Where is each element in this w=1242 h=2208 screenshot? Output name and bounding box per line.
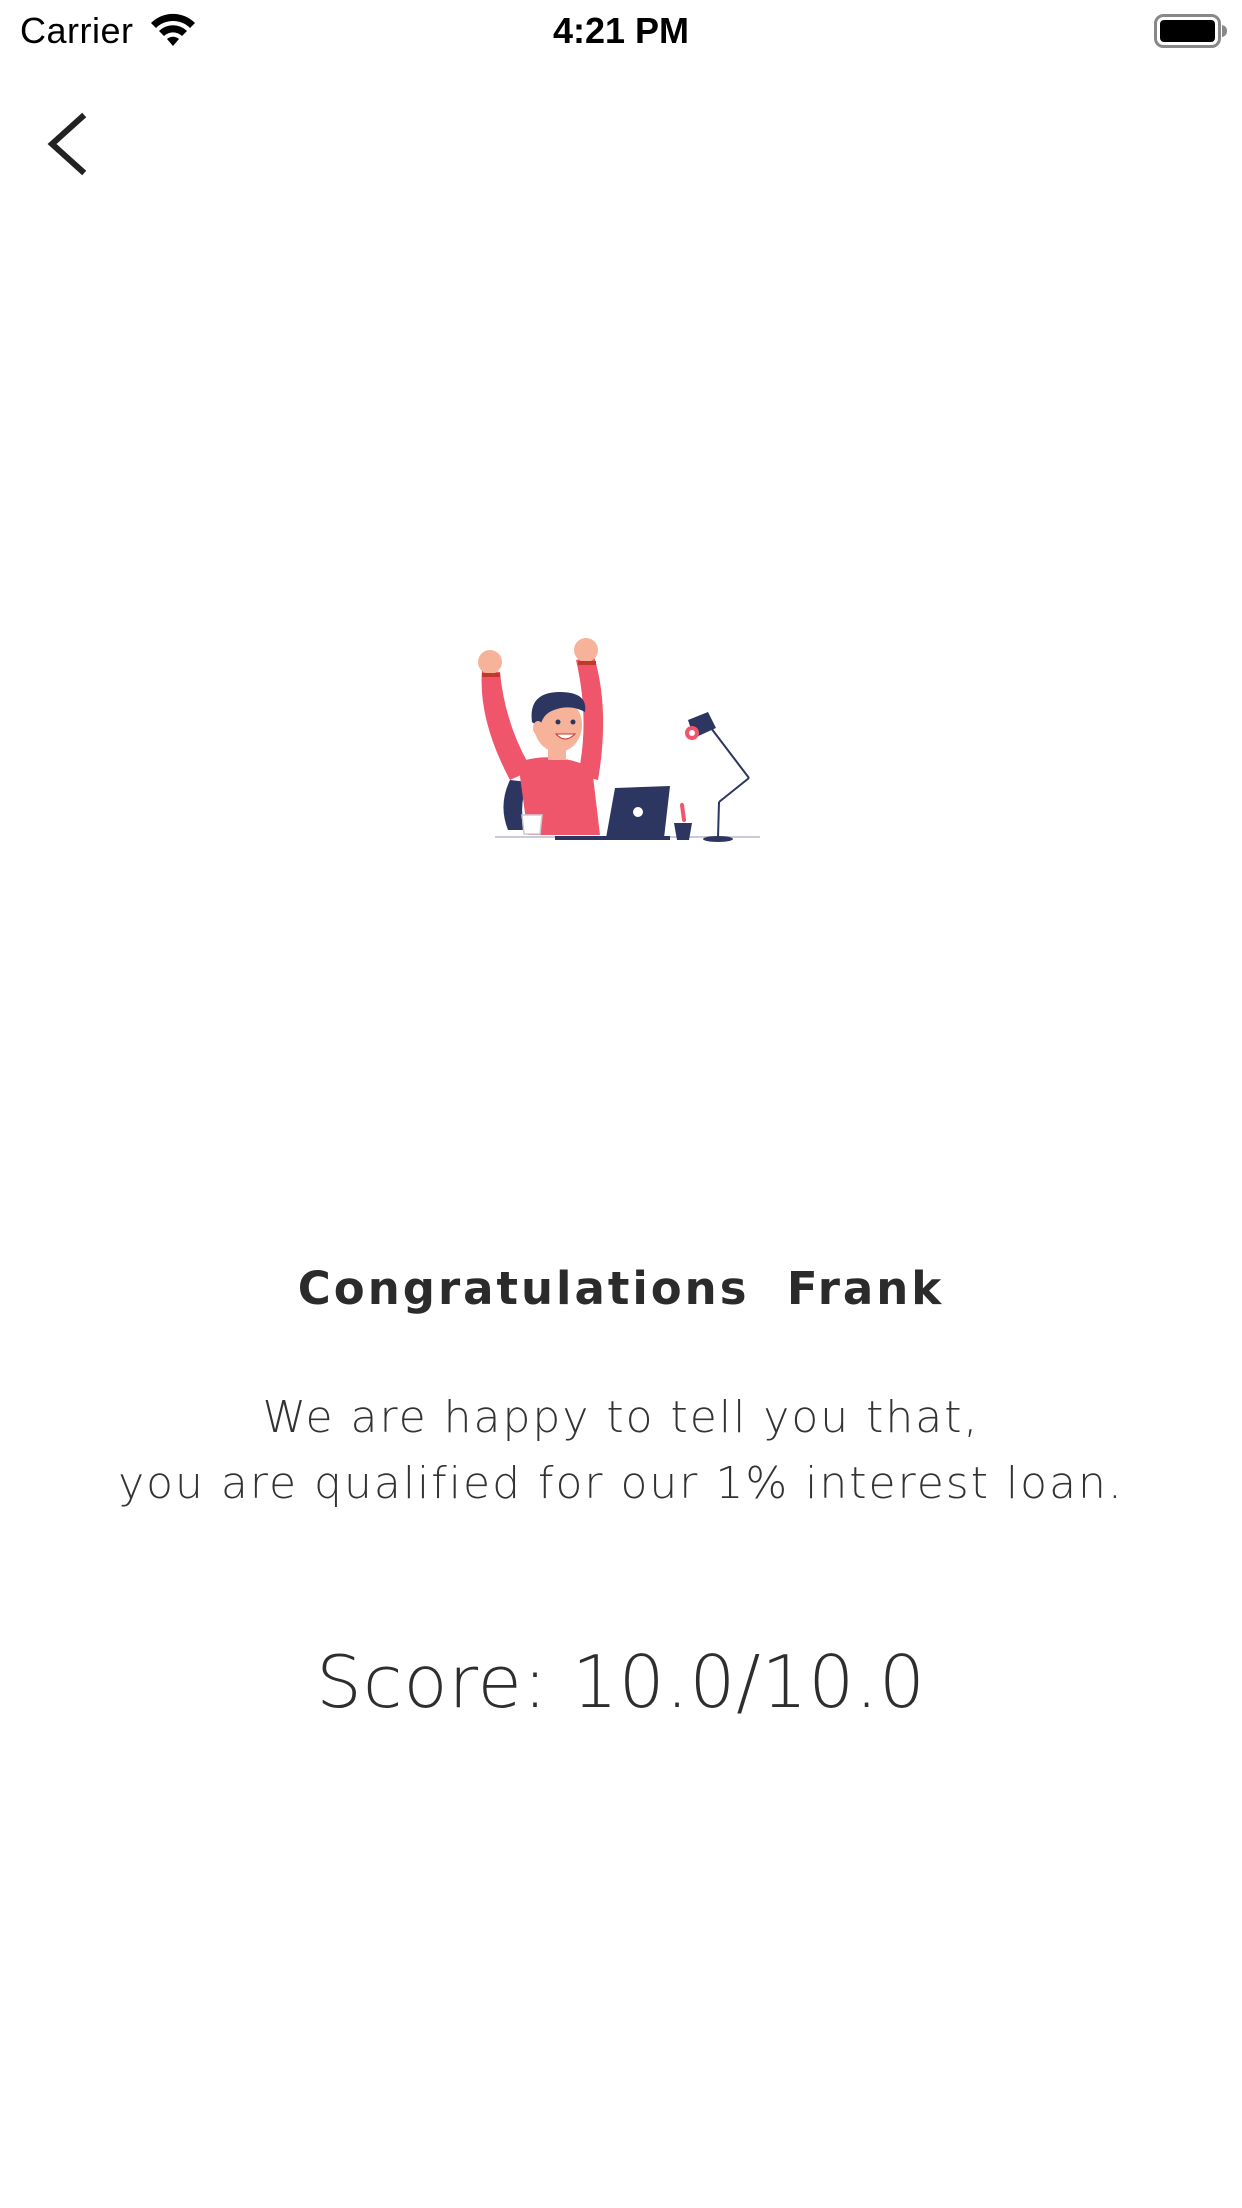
message-line-1: We are happy to tell you that, — [262, 1392, 980, 1443]
status-time: 4:21 PM — [552, 10, 690, 51]
celebration-illustration — [478, 638, 760, 842]
congratulations-title: Congratulations Frank — [297, 1262, 945, 1315]
battery-icon — [1154, 14, 1227, 48]
qualification-message: We are happy to tell you that, you are q… — [0, 1385, 1242, 1517]
status-bar: Carrier 4:21 PM — [0, 0, 1242, 60]
score-label: Score: 10.0/10.0 — [316, 1640, 926, 1724]
back-button[interactable] — [30, 100, 110, 190]
chevron-left-icon — [47, 112, 87, 176]
message-line-2: you are qualified for our 1% interest lo… — [118, 1458, 1124, 1509]
